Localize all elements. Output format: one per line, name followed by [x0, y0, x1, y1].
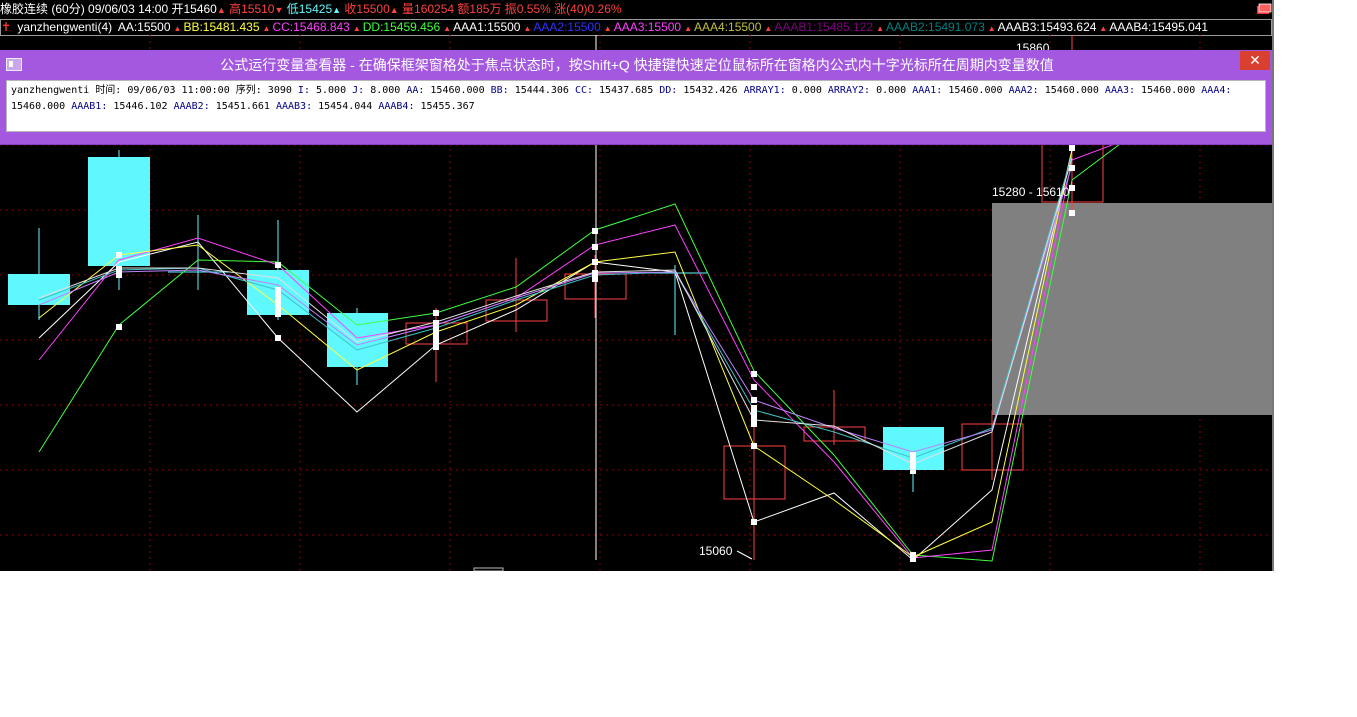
change-value: 涨(40)0.26%	[554, 2, 622, 16]
viewer-title: 公式运行变量查看器 - 在确保框架窗格处于焦点状态时，按Shift+Q 快捷键快…	[220, 57, 1054, 73]
up-arrow-icon: ▲	[389, 5, 399, 15]
up-arrow-icon: ▲	[684, 24, 693, 33]
formula-value: AAAB3:15493.624	[997, 20, 1097, 34]
up-arrow-icon: ▲	[876, 24, 884, 33]
variable-name: AAAB1:	[71, 101, 108, 112]
line-teal	[38, 154, 1073, 459]
variable-name: 时间:	[95, 85, 122, 96]
range-label: 15280 - 15610	[992, 185, 1070, 199]
low-value: 低15425	[286, 2, 333, 16]
variable-name: BB:	[490, 85, 509, 96]
datetime-label: 09/06/03 14:00	[88, 2, 169, 16]
variable-name: ARRAY1:	[743, 85, 786, 96]
variable-name: AAA1:	[912, 85, 943, 96]
variable-value: 0.000	[870, 85, 907, 96]
variable-value: 15444.306	[508, 85, 569, 96]
up-arrow-icon: ▲	[332, 5, 342, 15]
formula-value: AAAB2:15491.073	[886, 20, 985, 34]
formula-value: AAA1:15500	[453, 20, 521, 34]
up-arrow-icon: ▲	[352, 24, 361, 33]
variable-value: 15460.000	[1038, 85, 1099, 96]
variable-value: 5.000	[309, 85, 347, 96]
formula-value: AAA2:15500	[533, 20, 601, 34]
formula-value: AAAB1:15485.122	[774, 20, 874, 34]
up-arrow-icon: ▲	[1099, 24, 1108, 33]
variable-viewer-panel[interactable]: 公式运行变量查看器 - 在确保框架窗格处于焦点状态时，按Shift+Q 快捷键快…	[0, 50, 1272, 145]
formula-values: AA:15500 ▲ BB:15481.435 ▲ CC:15468.843 ▲ DD:15…	[118, 20, 1211, 34]
formula-name: yanzhengwenti(4)	[17, 20, 113, 34]
variable-value: 8.000	[364, 85, 401, 96]
line-purple	[38, 164, 1073, 453]
up-arrow-icon: ▲	[216, 5, 226, 15]
variable-value: 15432.426	[677, 85, 738, 96]
high-value: 高15510	[229, 2, 275, 16]
symbol-name: 橡胶连续	[0, 2, 49, 16]
variable-values: yanzhengwenti 时间: 09/06/03 11:00:00 序列: …	[6, 80, 1266, 132]
variable-name: AAA4:	[1201, 85, 1232, 96]
variable-name: 序列:	[235, 85, 262, 96]
variable-name: AAAB3:	[275, 101, 313, 112]
formula-value: AA:15500	[117, 20, 171, 34]
viewer-header[interactable]: 公式运行变量查看器 - 在确保框架窗格处于焦点状态时，按Shift+Q 快捷键快…	[0, 50, 1272, 76]
variable-name: J:	[352, 85, 365, 96]
variable-line-2: 15460.000 AAAB1: 15446.102 AAAB2: 15451.…	[11, 99, 1261, 115]
variable-value: 15451.661	[209, 101, 270, 112]
variable-name: yanzhengwenti	[11, 85, 90, 96]
variable-name: AAAB4:	[378, 101, 415, 112]
indicator-bar: ✝ yanzhengwenti(4) AA:15500 ▲ BB:15481.435…	[0, 19, 1272, 36]
variable-value: 15455.367	[414, 101, 475, 112]
range-overlay	[992, 203, 1272, 415]
formula-value: BB:15481.435	[183, 20, 260, 34]
variable-name: AAAB2:	[173, 101, 210, 112]
up-arrow-icon: ▲	[443, 24, 452, 33]
variable-value: 15446.102	[107, 101, 168, 112]
open-value: 开15460	[171, 2, 217, 16]
window-border	[1272, 0, 1274, 571]
line-yellow	[38, 149, 1073, 558]
up-arrow-icon: ▲	[987, 24, 996, 33]
up-arrow-icon: ▲	[173, 24, 182, 33]
variable-value: 15437.685	[593, 85, 654, 96]
chart-window[interactable]: 橡胶连续 (60分) 09/06/03 14:00 开15460▲ 高15510…	[0, 0, 1274, 571]
variable-name: ARRAY2:	[827, 85, 871, 96]
formula-value: AAA4:15500	[694, 20, 762, 34]
variable-value: 09/06/03 11:00:00	[121, 85, 230, 96]
amplitude-value: 振0.55%	[504, 2, 551, 16]
variable-value: 3090	[261, 85, 292, 96]
formula-value: AAAB4:15495.041	[1109, 20, 1209, 34]
up-arrow-icon: ▲	[262, 24, 271, 33]
price-label-bottom: 15060	[699, 544, 733, 558]
toolbar-icon[interactable]	[1256, 3, 1272, 15]
formula-value: CC:15468.843	[272, 20, 350, 34]
variable-name: DD:	[659, 85, 678, 96]
variable-value: 15460.000	[942, 85, 1003, 96]
variable-value: 0.000	[785, 85, 822, 96]
close-button[interactable]: ✕	[1240, 51, 1270, 70]
up-arrow-icon: ▲	[764, 24, 773, 33]
volume-value: 量160254	[402, 2, 455, 16]
variable-line-1: yanzhengwenti 时间: 09/06/03 11:00:00 序列: …	[11, 83, 1261, 99]
variable-value: 15460.000	[11, 101, 66, 112]
up-arrow-icon: ▲	[523, 24, 532, 33]
close-value: 收15500	[344, 2, 390, 16]
variable-value: 15460.000	[424, 85, 485, 96]
formula-value: AAA3:15500	[613, 20, 682, 34]
down-arrow-icon: ▼	[274, 5, 284, 15]
variable-name: I:	[297, 85, 310, 96]
variable-name: AA:	[406, 85, 425, 96]
variable-value: 15460.000	[1135, 85, 1196, 96]
quote-title-bar: 橡胶连续 (60分) 09/06/03 14:00 开15460▲ 高15510…	[0, 0, 1274, 19]
variable-name: AAA3:	[1104, 85, 1136, 96]
line-white-2	[38, 157, 1073, 465]
up-arrow-icon: ▲	[603, 24, 612, 33]
amount-value: 额185万	[457, 2, 502, 16]
variable-name: AAA2:	[1008, 85, 1039, 96]
variable-name: CC:	[574, 85, 594, 96]
scroll-marker	[473, 567, 504, 571]
line-white	[38, 149, 1073, 561]
formula-toggle-icon[interactable]: ✝	[1, 20, 11, 34]
period-label: (60分)	[51, 2, 85, 16]
formula-value: DD:15459.456	[362, 20, 441, 34]
variable-value: 15454.044	[312, 101, 373, 112]
